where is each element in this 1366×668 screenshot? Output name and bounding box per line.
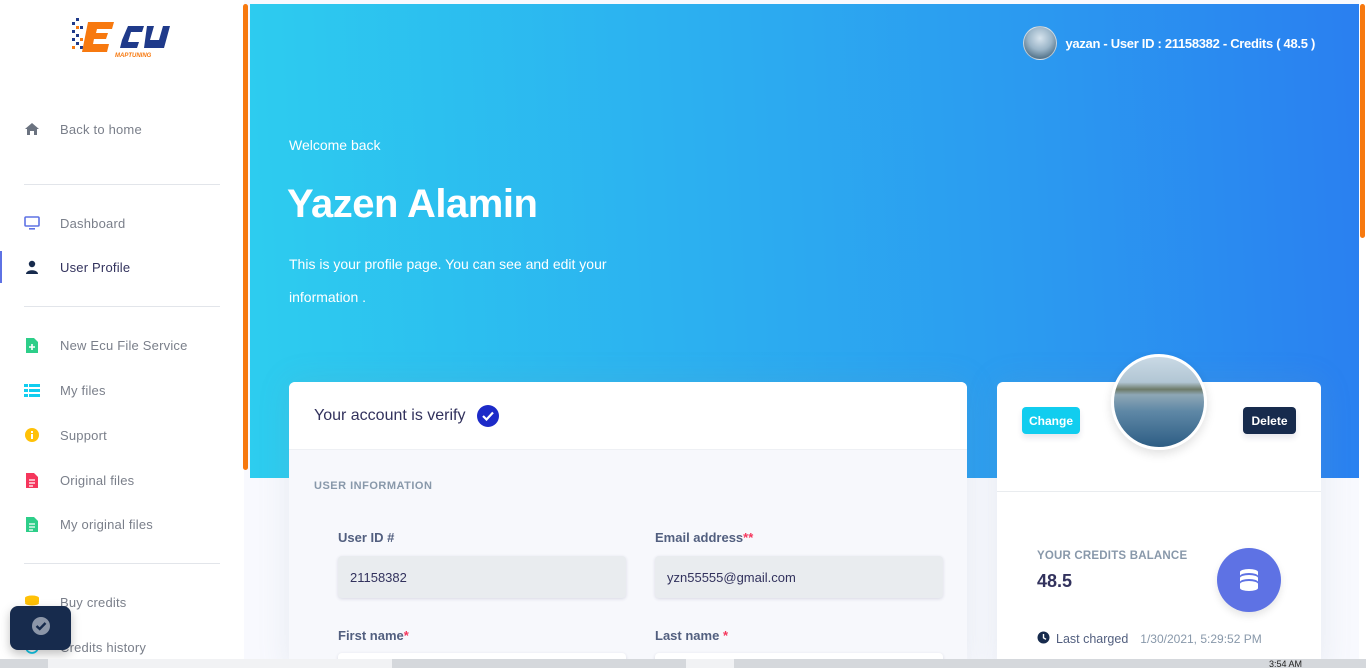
sidebar-item-original-files[interactable]: Original files xyxy=(0,462,244,498)
sidebar-item-label: Buy credits xyxy=(60,594,127,610)
info-icon xyxy=(24,427,40,443)
delete-avatar-button[interactable]: Delete xyxy=(1243,407,1296,434)
app-root: MAPTUNING Back to home Dashboard User Pr… xyxy=(0,0,1366,668)
profile-avatar xyxy=(1111,354,1207,450)
sidebar-item-my-files[interactable]: My files xyxy=(0,372,244,408)
scrollbar-thumb[interactable] xyxy=(1360,4,1365,238)
check-badge-icon xyxy=(31,616,51,641)
file-text-icon xyxy=(24,516,40,532)
sidebar-item-label: Original files xyxy=(60,472,135,488)
sidebar-item-my-original-files[interactable]: My original files xyxy=(0,506,244,542)
user-chip-text: yazan - User ID : 21158382 - Credits ( 4… xyxy=(1065,35,1315,51)
first-name-label: First name* xyxy=(338,628,409,643)
page-title: Yazen Alamin xyxy=(287,182,538,226)
sidebar-item-new-ecu-file-service[interactable]: New Ecu File Service xyxy=(0,327,244,363)
taskbar-segment xyxy=(48,659,392,668)
logo-subtext: MAPTUNING xyxy=(115,53,152,59)
sidebar-item-label: Dashboard xyxy=(60,215,126,231)
sidebar-divider xyxy=(24,306,220,307)
card-divider xyxy=(997,491,1321,492)
home-icon xyxy=(24,121,40,137)
user-menu[interactable]: yazan - User ID : 21158382 - Credits ( 4… xyxy=(1023,26,1315,60)
taskbar: 3:54 AM xyxy=(0,659,1366,668)
check-circle-icon xyxy=(477,404,500,427)
card-header: Your account is verify xyxy=(289,382,967,450)
email-label: Email address** xyxy=(655,530,754,545)
taskbar-time: 3:54 AM xyxy=(1268,659,1302,668)
last-charged: Last charged 1/30/2021, 5:29:52 PM xyxy=(1037,631,1262,647)
last-charged-label: Last charged xyxy=(1056,632,1129,646)
list-icon xyxy=(24,382,40,398)
user-id-field[interactable]: 21158382 xyxy=(338,556,626,598)
avatar xyxy=(1023,26,1058,60)
sidebar-item-label: Support xyxy=(60,427,107,443)
sidebar: MAPTUNING Back to home Dashboard User Pr… xyxy=(0,0,244,668)
profile-form-card: Your account is verify USER INFORMATION … xyxy=(289,382,967,668)
ecu-logo[interactable]: MAPTUNING xyxy=(70,16,180,62)
sidebar-divider xyxy=(24,563,220,564)
file-icon xyxy=(24,472,40,488)
email-field[interactable]: yzn55555@gmail.com xyxy=(655,556,943,598)
section-title: USER INFORMATION xyxy=(314,480,433,492)
last-charged-date: 1/30/2021, 5:29:52 PM xyxy=(1140,632,1262,646)
page-description: This is your profile page. You can see a… xyxy=(289,256,607,305)
user-id-label: User ID # xyxy=(338,530,395,545)
last-name-label: Last name * xyxy=(655,628,728,643)
user-icon xyxy=(24,259,40,275)
sidebar-item-label: My original files xyxy=(60,516,153,532)
coins-icon xyxy=(1217,548,1281,612)
sidebar-item-label: New Ecu File Service xyxy=(60,337,188,353)
required-marker: * xyxy=(403,628,409,643)
taskbar-segment xyxy=(686,659,734,668)
sidebar-item-label: Credits history xyxy=(60,639,147,655)
sidebar-divider xyxy=(24,184,220,185)
sidebar-item-label: User Profile xyxy=(60,259,131,275)
monitor-icon xyxy=(24,215,40,231)
sidebar-scrollbar[interactable] xyxy=(243,4,248,470)
floating-status-button[interactable] xyxy=(10,606,71,650)
sidebar-item-label: Back to home xyxy=(60,121,142,137)
welcome-text: Welcome back xyxy=(289,137,381,153)
credits-balance-value: 48.5 xyxy=(1037,571,1073,591)
credits-balance-label: YOUR CREDITS BALANCE xyxy=(1037,550,1188,562)
sidebar-item-label: My files xyxy=(60,382,106,398)
file-plus-icon xyxy=(24,337,40,353)
required-marker: * xyxy=(722,628,728,643)
account-status: Your account is verify xyxy=(314,406,466,424)
sidebar-item-user-profile[interactable]: User Profile xyxy=(0,249,244,285)
sidebar-item-support[interactable]: Support xyxy=(0,417,244,453)
sidebar-item-back-to-home[interactable]: Back to home xyxy=(0,111,244,147)
sidebar-item-dashboard[interactable]: Dashboard xyxy=(0,205,244,241)
clock-icon xyxy=(1037,631,1050,647)
change-avatar-button[interactable]: Change xyxy=(1022,407,1080,434)
required-marker: ** xyxy=(743,530,754,545)
page-scrollbar[interactable] xyxy=(1359,0,1366,668)
